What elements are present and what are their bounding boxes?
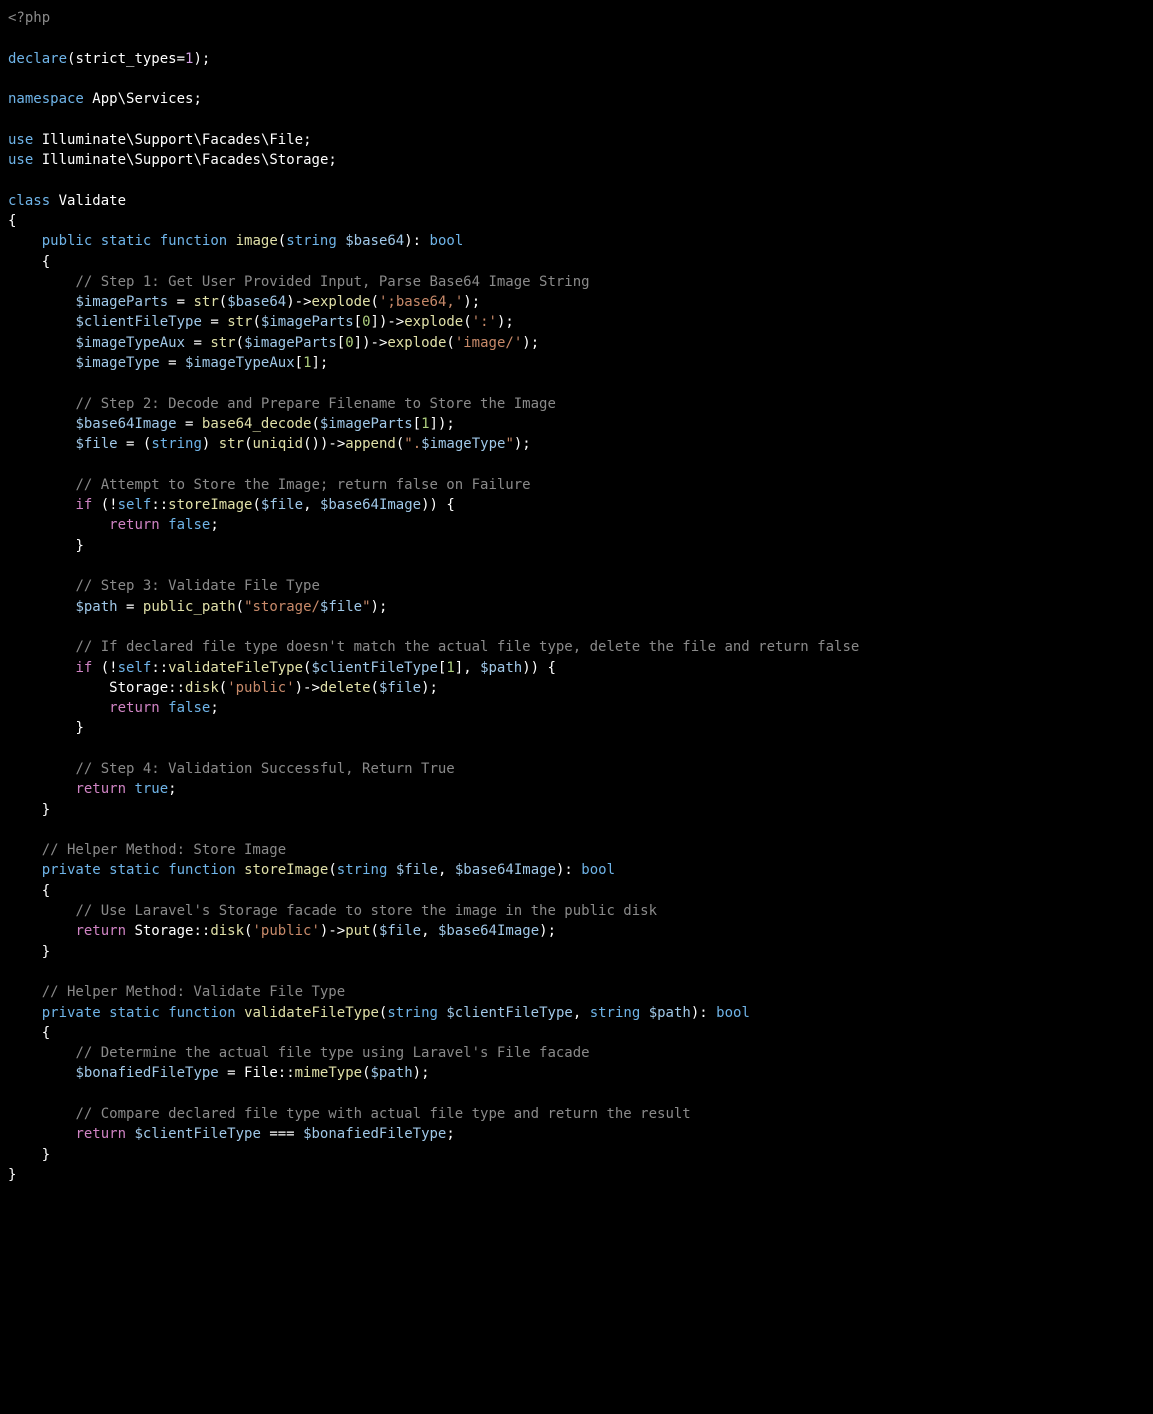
class-name: Validate bbox=[59, 193, 126, 209]
comment: // Use Laravel's Storage facade to store… bbox=[75, 903, 657, 919]
comment: // Step 4: Validation Successful, Return… bbox=[75, 761, 454, 777]
comment: // Helper Method: Store Image bbox=[42, 842, 286, 858]
declare-keyword: declare bbox=[8, 51, 67, 67]
php-open-tag: <?php bbox=[8, 10, 50, 26]
namespace-keyword: namespace bbox=[8, 91, 84, 107]
comment: // Step 1: Get User Provided Input, Pars… bbox=[75, 274, 589, 290]
comment: // Compare declared file type with actua… bbox=[75, 1106, 690, 1122]
comment: // Step 2: Decode and Prepare Filename t… bbox=[75, 396, 555, 412]
comment: // Determine the actual file type using … bbox=[75, 1045, 589, 1061]
code-block: <?php declare(strict_types=1); namespace… bbox=[8, 8, 1145, 1185]
method-storeImage: storeImage bbox=[244, 862, 328, 878]
comment: // Step 3: Validate File Type bbox=[75, 578, 319, 594]
comment: // If declared file type doesn't match t… bbox=[75, 639, 859, 655]
comment: // Helper Method: Validate File Type bbox=[42, 984, 345, 1000]
use-keyword: use bbox=[8, 132, 33, 148]
method-image: image bbox=[236, 233, 278, 249]
comment: // Attempt to Store the Image; return fa… bbox=[75, 477, 530, 493]
method-validateFileType: validateFileType bbox=[244, 1005, 379, 1021]
class-keyword: class bbox=[8, 193, 50, 209]
